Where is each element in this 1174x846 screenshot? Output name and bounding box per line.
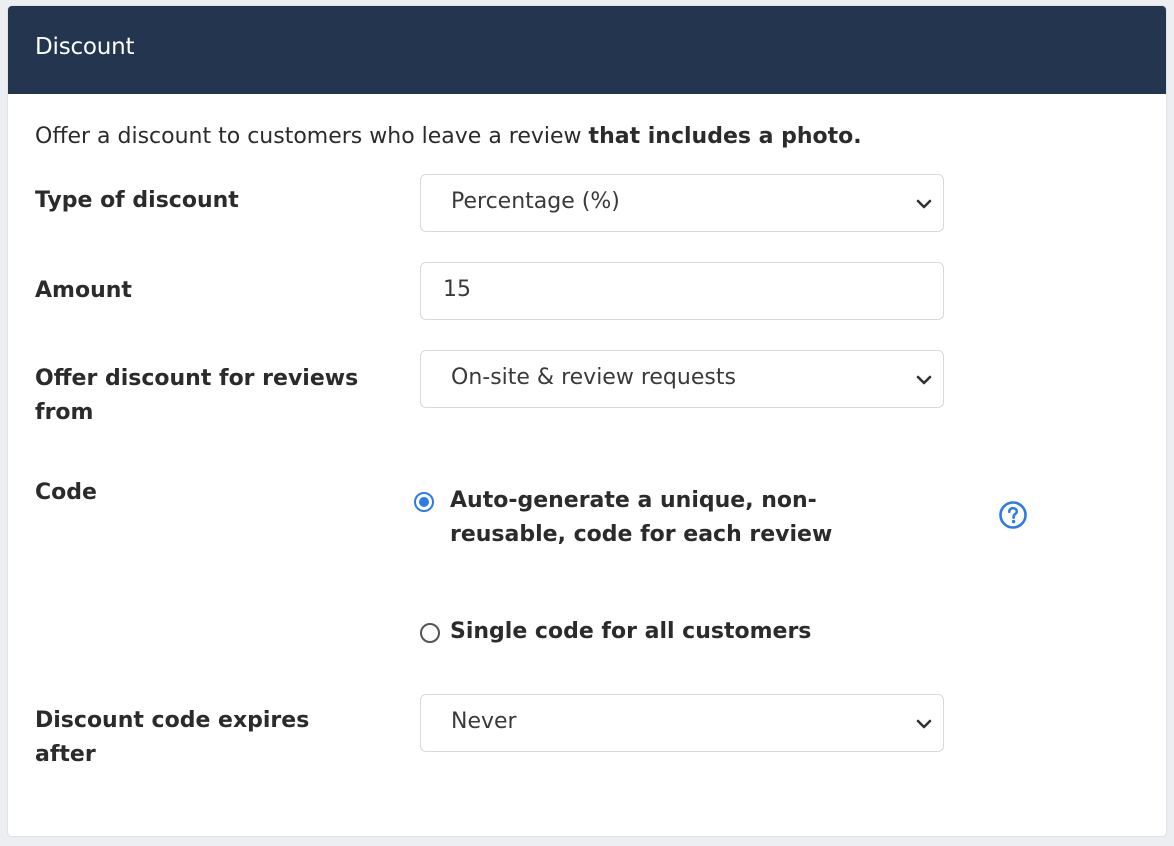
chevron-down-icon [916, 199, 932, 209]
amount-value: 15 [443, 277, 471, 302]
type-of-discount-select[interactable]: Percentage (%) [420, 174, 944, 232]
type-of-discount-value: Percentage (%) [451, 189, 620, 214]
amount-label: Amount [35, 278, 132, 303]
reviews-from-value: On-site & review requests [451, 365, 736, 390]
auto-generate-radio[interactable] [414, 492, 434, 512]
expires-value: Never [451, 709, 517, 734]
single-code-radio[interactable] [420, 623, 440, 643]
question-circle-icon[interactable] [998, 500, 1028, 530]
chevron-down-icon [916, 375, 932, 385]
panel-title: Discount [35, 34, 135, 60]
type-of-discount-label: Type of discount [35, 188, 239, 213]
discount-panel: Discount Offer a discount to customers w… [8, 6, 1166, 836]
intro-text-bold: that includes a photo. [588, 124, 862, 149]
single-code-label[interactable]: Single code for all customers [450, 615, 811, 649]
reviews-from-select[interactable]: On-site & review requests [420, 350, 944, 408]
amount-input[interactable]: 15 [420, 262, 944, 320]
chevron-down-icon [916, 719, 932, 729]
expires-select[interactable]: Never [420, 694, 944, 752]
reviews-from-label: Offer discount for reviews from [35, 366, 359, 425]
intro-text-plain: Offer a discount to customers who leave … [35, 124, 589, 149]
intro-text: Offer a discount to customers who leave … [35, 124, 862, 149]
code-label: Code [35, 480, 97, 505]
auto-generate-label[interactable]: Auto-generate a unique, non-reusable, co… [450, 484, 870, 552]
expires-label: Discount code expires after [35, 708, 310, 767]
panel-header: Discount [8, 6, 1166, 94]
